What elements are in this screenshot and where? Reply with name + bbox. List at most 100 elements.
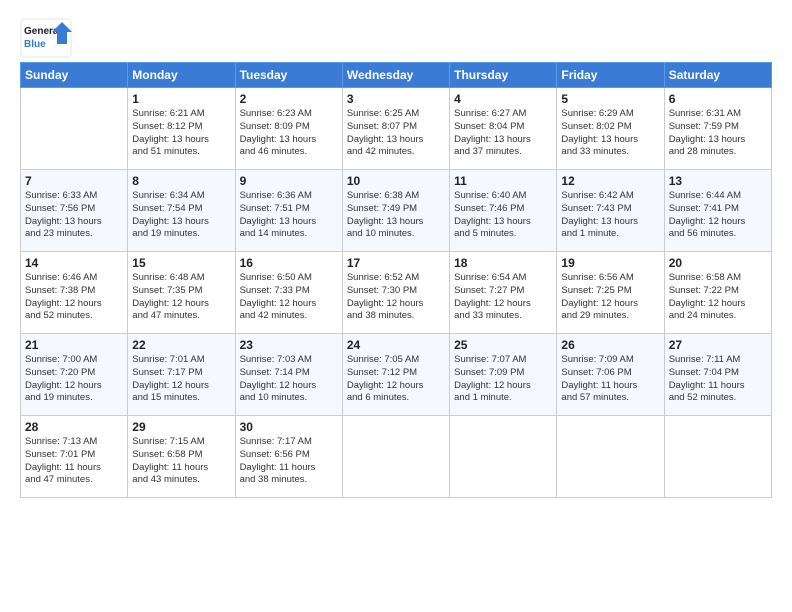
day-number: 25 — [454, 338, 552, 352]
day-number: 17 — [347, 256, 445, 270]
calendar-cell: 9 Sunrise: 6:36 AM Sunset: 7:51 PM Daylig… — [235, 170, 342, 252]
calendar-cell: 26 Sunrise: 7:09 AM Sunset: 7:06 PM Dayli… — [557, 334, 664, 416]
weekday-thursday: Thursday — [450, 63, 557, 88]
day-number: 26 — [561, 338, 659, 352]
calendar-cell — [557, 416, 664, 498]
day-info: Sunrise: 6:34 AM Sunset: 7:54 PM Dayligh… — [132, 190, 230, 241]
day-number: 14 — [25, 256, 123, 270]
day-info: Sunrise: 7:09 AM Sunset: 7:06 PM Dayligh… — [561, 354, 659, 405]
weekday-header-row: SundayMondayTuesdayWednesdayThursdayFrid… — [21, 63, 772, 88]
day-info: Sunrise: 6:31 AM Sunset: 7:59 PM Dayligh… — [669, 108, 767, 159]
day-number: 7 — [25, 174, 123, 188]
calendar-cell: 24 Sunrise: 7:05 AM Sunset: 7:12 PM Dayli… — [342, 334, 449, 416]
page-container: General Blue SundayMondayTuesdayWednesda… — [0, 0, 792, 508]
day-info: Sunrise: 6:52 AM Sunset: 7:30 PM Dayligh… — [347, 272, 445, 323]
day-number: 3 — [347, 92, 445, 106]
calendar-cell: 8Sunrise: 6:34 AM Sunset: 7:54 PM Daylig… — [128, 170, 235, 252]
day-number: 28 — [25, 420, 123, 434]
calendar-cell: 1 Sunrise: 6:21 AM Sunset: 8:12 PM Daylig… — [128, 88, 235, 170]
day-info: Sunrise: 6:56 AM Sunset: 7:25 PM Dayligh… — [561, 272, 659, 323]
calendar-cell: 20Sunrise: 6:58 AM Sunset: 7:22 PM Dayli… — [664, 252, 771, 334]
calendar-cell: 29 Sunrise: 7:15 AM Sunset: 6:58 PM Dayli… — [128, 416, 235, 498]
calendar-cell: 19 Sunrise: 6:56 AM Sunset: 7:25 PM Dayli… — [557, 252, 664, 334]
header: General Blue — [20, 18, 772, 58]
day-number: 24 — [347, 338, 445, 352]
calendar-cell: 27 Sunrise: 7:11 AM Sunset: 7:04 PM Dayli… — [664, 334, 771, 416]
day-info: Sunrise: 6:33 AM Sunset: 7:56 PM Dayligh… — [25, 190, 123, 241]
week-row-1: 1 Sunrise: 6:21 AM Sunset: 8:12 PM Daylig… — [21, 88, 772, 170]
calendar-cell — [21, 88, 128, 170]
weekday-sunday: Sunday — [21, 63, 128, 88]
day-info: Sunrise: 6:36 AM Sunset: 7:51 PM Dayligh… — [240, 190, 338, 241]
calendar-cell: 10 Sunrise: 6:38 AM Sunset: 7:49 PM Dayli… — [342, 170, 449, 252]
day-info: Sunrise: 7:05 AM Sunset: 7:12 PM Dayligh… — [347, 354, 445, 405]
weekday-wednesday: Wednesday — [342, 63, 449, 88]
calendar-cell: 23 Sunrise: 7:03 AM Sunset: 7:14 PM Dayli… — [235, 334, 342, 416]
week-row-4: 21 Sunrise: 7:00 AM Sunset: 7:20 PM Dayli… — [21, 334, 772, 416]
calendar-cell: 28Sunrise: 7:13 AM Sunset: 7:01 PM Dayli… — [21, 416, 128, 498]
day-info: Sunrise: 6:21 AM Sunset: 8:12 PM Dayligh… — [132, 108, 230, 159]
calendar-header: SundayMondayTuesdayWednesdayThursdayFrid… — [21, 63, 772, 88]
day-info: Sunrise: 7:07 AM Sunset: 7:09 PM Dayligh… — [454, 354, 552, 405]
day-info: Sunrise: 6:27 AM Sunset: 8:04 PM Dayligh… — [454, 108, 552, 159]
day-number: 2 — [240, 92, 338, 106]
day-info: Sunrise: 6:38 AM Sunset: 7:49 PM Dayligh… — [347, 190, 445, 241]
weekday-saturday: Saturday — [664, 63, 771, 88]
week-row-2: 7 Sunrise: 6:33 AM Sunset: 7:56 PM Daylig… — [21, 170, 772, 252]
calendar-cell: 4 Sunrise: 6:27 AM Sunset: 8:04 PM Daylig… — [450, 88, 557, 170]
day-info: Sunrise: 6:23 AM Sunset: 8:09 PM Dayligh… — [240, 108, 338, 159]
calendar-cell — [342, 416, 449, 498]
day-number: 15 — [132, 256, 230, 270]
calendar-cell: 11 Sunrise: 6:40 AM Sunset: 7:46 PM Dayli… — [450, 170, 557, 252]
day-number: 19 — [561, 256, 659, 270]
calendar-cell: 12Sunrise: 6:42 AM Sunset: 7:43 PM Dayli… — [557, 170, 664, 252]
day-number: 4 — [454, 92, 552, 106]
day-number: 23 — [240, 338, 338, 352]
day-number: 21 — [25, 338, 123, 352]
calendar-cell: 2 Sunrise: 6:23 AM Sunset: 8:09 PM Daylig… — [235, 88, 342, 170]
day-number: 9 — [240, 174, 338, 188]
day-info: Sunrise: 6:42 AM Sunset: 7:43 PM Dayligh… — [561, 190, 659, 241]
calendar-cell — [664, 416, 771, 498]
day-info: Sunrise: 6:46 AM Sunset: 7:38 PM Dayligh… — [25, 272, 123, 323]
calendar-body: 1 Sunrise: 6:21 AM Sunset: 8:12 PM Daylig… — [21, 88, 772, 498]
day-number: 29 — [132, 420, 230, 434]
day-number: 10 — [347, 174, 445, 188]
day-info: Sunrise: 6:40 AM Sunset: 7:46 PM Dayligh… — [454, 190, 552, 241]
day-info: Sunrise: 7:15 AM Sunset: 6:58 PM Dayligh… — [132, 436, 230, 487]
calendar-cell: 21 Sunrise: 7:00 AM Sunset: 7:20 PM Dayli… — [21, 334, 128, 416]
day-number: 30 — [240, 420, 338, 434]
day-info: Sunrise: 6:54 AM Sunset: 7:27 PM Dayligh… — [454, 272, 552, 323]
day-info: Sunrise: 6:58 AM Sunset: 7:22 PM Dayligh… — [669, 272, 767, 323]
day-number: 27 — [669, 338, 767, 352]
day-info: Sunrise: 7:11 AM Sunset: 7:04 PM Dayligh… — [669, 354, 767, 405]
logo-svg: General Blue — [20, 18, 72, 58]
calendar-cell: 5Sunrise: 6:29 AM Sunset: 8:02 PM Daylig… — [557, 88, 664, 170]
day-number: 16 — [240, 256, 338, 270]
day-info: Sunrise: 6:48 AM Sunset: 7:35 PM Dayligh… — [132, 272, 230, 323]
day-number: 1 — [132, 92, 230, 106]
calendar-table: SundayMondayTuesdayWednesdayThursdayFrid… — [20, 62, 772, 498]
day-info: Sunrise: 7:00 AM Sunset: 7:20 PM Dayligh… — [25, 354, 123, 405]
day-info: Sunrise: 7:17 AM Sunset: 6:56 PM Dayligh… — [240, 436, 338, 487]
calendar-cell: 30 Sunrise: 7:17 AM Sunset: 6:56 PM Dayli… — [235, 416, 342, 498]
day-number: 11 — [454, 174, 552, 188]
logo: General Blue — [20, 18, 72, 58]
calendar-cell: 3Sunrise: 6:25 AM Sunset: 8:07 PM Daylig… — [342, 88, 449, 170]
calendar-cell: 16Sunrise: 6:50 AM Sunset: 7:33 PM Dayli… — [235, 252, 342, 334]
calendar-cell: 22 Sunrise: 7:01 AM Sunset: 7:17 PM Dayli… — [128, 334, 235, 416]
day-info: Sunrise: 7:01 AM Sunset: 7:17 PM Dayligh… — [132, 354, 230, 405]
calendar-cell: 25 Sunrise: 7:07 AM Sunset: 7:09 PM Dayli… — [450, 334, 557, 416]
calendar-cell: 14 Sunrise: 6:46 AM Sunset: 7:38 PM Dayli… — [21, 252, 128, 334]
calendar-cell: 17 Sunrise: 6:52 AM Sunset: 7:30 PM Dayli… — [342, 252, 449, 334]
week-row-5: 28Sunrise: 7:13 AM Sunset: 7:01 PM Dayli… — [21, 416, 772, 498]
calendar-cell: 15 Sunrise: 6:48 AM Sunset: 7:35 PM Dayli… — [128, 252, 235, 334]
calendar-cell: 13Sunrise: 6:44 AM Sunset: 7:41 PM Dayli… — [664, 170, 771, 252]
day-info: Sunrise: 7:03 AM Sunset: 7:14 PM Dayligh… — [240, 354, 338, 405]
day-number: 18 — [454, 256, 552, 270]
day-number: 22 — [132, 338, 230, 352]
calendar-cell — [450, 416, 557, 498]
day-number: 6 — [669, 92, 767, 106]
day-number: 5 — [561, 92, 659, 106]
weekday-monday: Monday — [128, 63, 235, 88]
